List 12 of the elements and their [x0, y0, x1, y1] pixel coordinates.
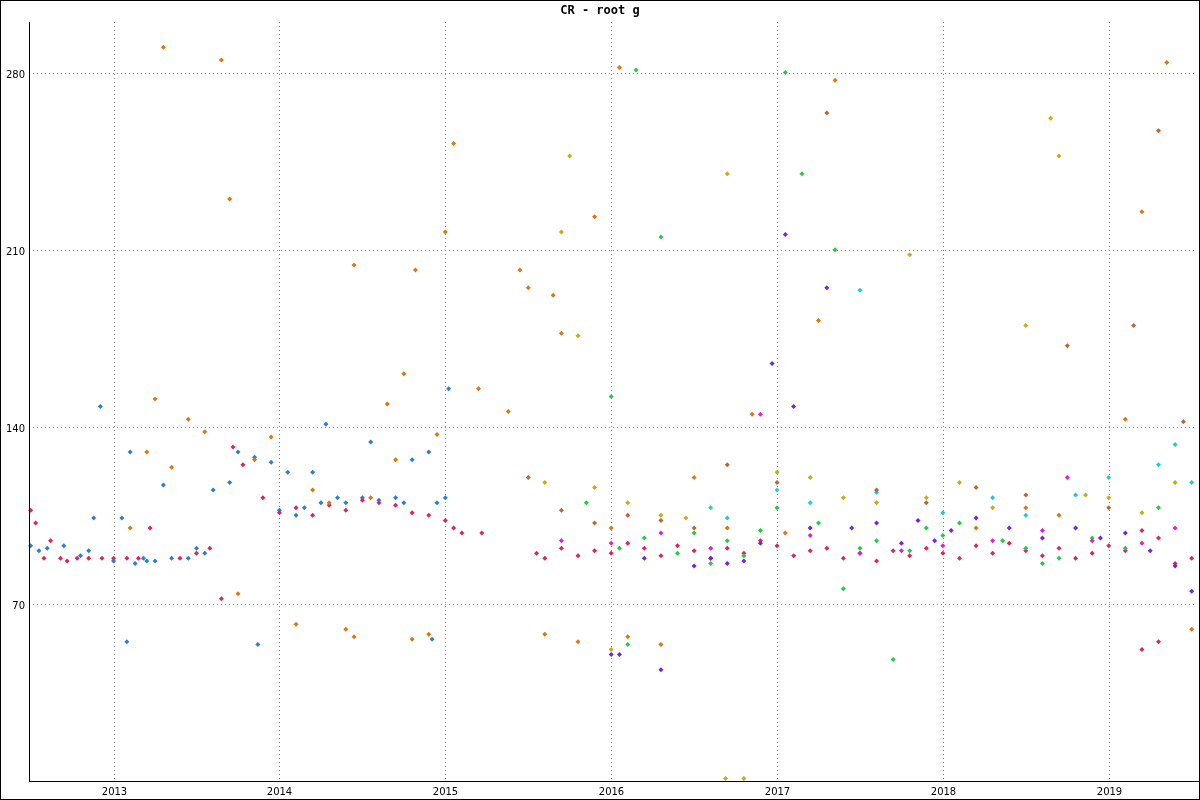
x-tick-label: 2014	[266, 786, 293, 797]
x-tick-label: 2017	[764, 786, 791, 797]
y-tick-label: 70	[12, 599, 25, 611]
x-tick-label: 2016	[598, 786, 625, 797]
y-tick-label: 140	[5, 422, 25, 434]
chart-title: CR - root g	[560, 2, 640, 19]
x-tick-label: 2019	[1096, 786, 1123, 797]
x-tick-label: 2018	[930, 786, 957, 797]
y-tick-label: 280	[5, 68, 25, 80]
x-tick-label: 2015	[432, 786, 459, 797]
y-tick-label: 210	[5, 245, 25, 257]
x-tick-label: 2013	[101, 786, 128, 797]
